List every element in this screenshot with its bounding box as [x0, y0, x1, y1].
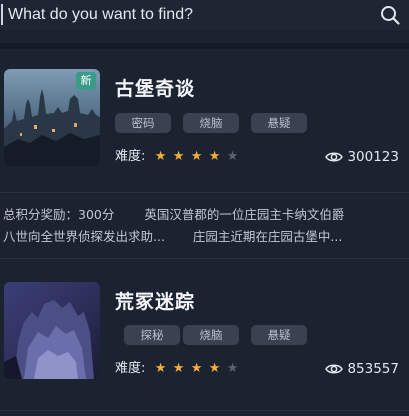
divider	[0, 258, 409, 259]
difficulty-rating: 难度: ★ ★ ★ ★ ★	[115, 360, 242, 378]
story-text: 英国汉普郡的一位庄园主卡纳文伯爵	[144, 207, 345, 222]
eye-icon	[325, 364, 344, 374]
divider	[0, 410, 409, 411]
game-description: 总积分奖励：300分 英国汉普郡的一位庄园主卡纳文伯爵 八世向全世界侦探发出求助.…	[3, 204, 406, 248]
search-icon[interactable]	[380, 5, 400, 25]
reward-text: 总积分奖励：300分	[3, 207, 115, 222]
description-line: 八世向全世界侦探发出求助... 庄园主近期在庄园古堡中...	[3, 226, 406, 248]
game-card[interactable]: 新 古堡奇谈 密码 烧脑 悬疑 难度: ★ ★ ★ ★ ★ 300123	[0, 66, 409, 192]
star-filled-icon: ★	[154, 149, 167, 164]
divider	[0, 192, 409, 193]
story-text-continued: 八世向全世界侦探发出求助...	[3, 229, 165, 244]
view-count-value: 853557	[347, 361, 399, 377]
view-count: 300123	[325, 148, 399, 166]
tomb-image	[4, 282, 100, 379]
page: 新 古堡奇谈 密码 烧脑 悬疑 难度: ★ ★ ★ ★ ★ 300123 总积分奖励：3…	[0, 0, 409, 416]
difficulty-label: 难度:	[115, 149, 146, 164]
star-empty-icon: ★	[226, 149, 239, 164]
search-divider	[0, 43, 409, 49]
game-card[interactable]: 荒冢迷踪 探秘 烧脑 悬疑 难度: ★ ★ ★ ★ ★ 853557	[0, 280, 409, 416]
difficulty-rating: 难度: ★ ★ ★ ★ ★	[115, 148, 242, 166]
star-filled-icon: ★	[190, 361, 203, 376]
tag: 探秘	[124, 325, 180, 345]
view-count: 853557	[325, 360, 399, 378]
star-filled-icon: ★	[172, 149, 185, 164]
tag: 悬疑	[251, 325, 307, 345]
star-empty-icon: ★	[226, 361, 239, 376]
search-input[interactable]	[8, 2, 368, 28]
tag: 烧脑	[183, 113, 239, 133]
star-filled-icon: ★	[208, 361, 221, 376]
eye-icon	[325, 152, 344, 162]
search-bar[interactable]	[0, 0, 409, 30]
star-filled-icon: ★	[190, 149, 203, 164]
tag: 密码	[115, 113, 171, 133]
game-title: 荒冢迷踪	[115, 291, 196, 313]
game-title: 古堡奇谈	[115, 78, 196, 100]
story-text-more: 庄园主近期在庄园古堡中...	[192, 229, 343, 244]
star-rating: ★ ★ ★ ★ ★	[152, 148, 242, 166]
view-count-value: 300123	[347, 149, 399, 165]
star-filled-icon: ★	[208, 149, 221, 164]
difficulty-label: 难度:	[115, 361, 146, 376]
tomb-thumbnail	[4, 282, 100, 379]
new-badge: 新	[76, 72, 96, 90]
tag: 悬疑	[251, 113, 307, 133]
star-rating: ★ ★ ★ ★ ★	[152, 360, 242, 378]
text-caret	[1, 4, 3, 25]
castle-thumbnail: 新	[4, 69, 100, 166]
tag: 烧脑	[183, 325, 239, 345]
star-filled-icon: ★	[154, 361, 167, 376]
star-filled-icon: ★	[172, 361, 185, 376]
description-line: 总积分奖励：300分 英国汉普郡的一位庄园主卡纳文伯爵	[3, 204, 406, 226]
